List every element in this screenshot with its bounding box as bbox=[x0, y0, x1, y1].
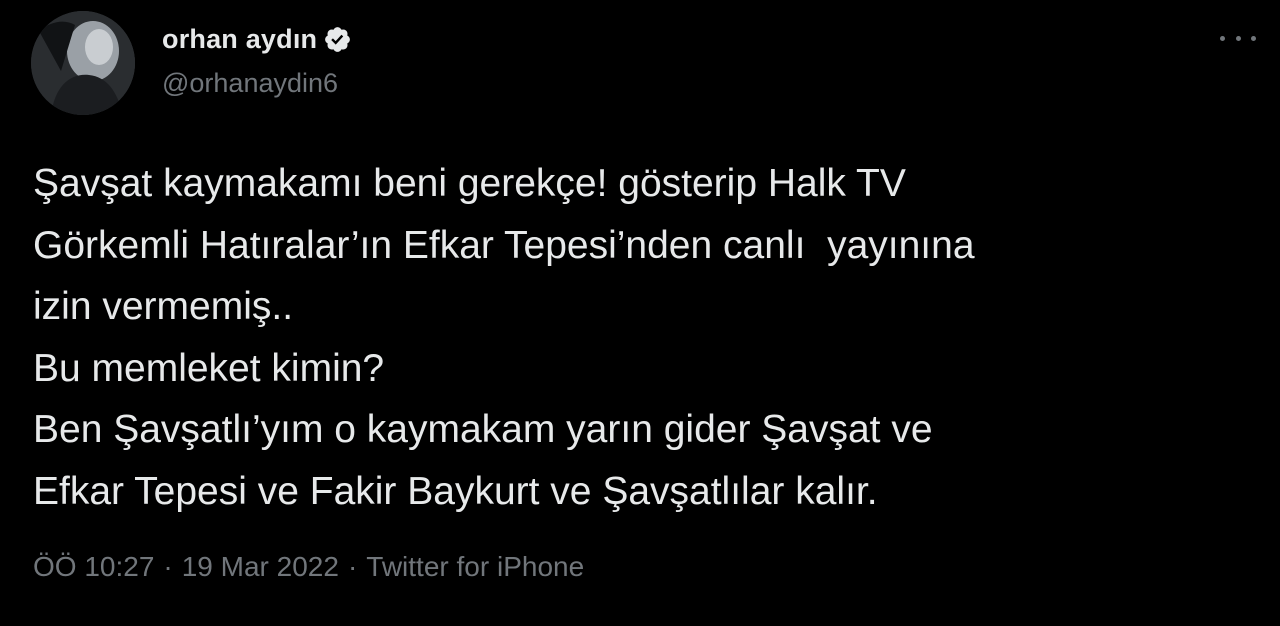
display-name[interactable]: orhan aydın bbox=[162, 24, 317, 55]
tweet-text-line: Bu memleket kimin? bbox=[33, 346, 385, 390]
separator: · bbox=[347, 551, 358, 582]
avatar[interactable] bbox=[31, 11, 135, 115]
tweet-text: Şavşat kaymakamı beni gerekçe! gösterip … bbox=[33, 153, 1253, 522]
tweet-text-line: Görkemli Hatıralar’ın Efkar Tepesi’nden … bbox=[33, 223, 975, 267]
avatar-image bbox=[31, 11, 135, 115]
tweet-text-line: izin vermemiş.. bbox=[33, 285, 294, 328]
tweet-text-line: Şavşat kaymakamı beni gerekçe! gösterip … bbox=[33, 162, 906, 205]
author-name-row: orhan aydın bbox=[162, 24, 352, 55]
tweet-time[interactable]: ÖÖ 10:27 bbox=[33, 551, 154, 583]
tweet-text-line: Ben Şavşatlı’yım o kaymakam yarın gider … bbox=[33, 408, 933, 451]
tweet-metadata: ÖÖ 10:27 · 19 Mar 2022 · Twitter for iPh… bbox=[33, 551, 584, 583]
tweet-source[interactable]: Twitter for iPhone bbox=[366, 551, 584, 583]
tweet-card: orhan aydın @orhanaydin6 Şavşat kaymakam… bbox=[0, 0, 1280, 626]
separator: · bbox=[163, 551, 173, 582]
tweet-date[interactable]: 19 Mar 2022 bbox=[182, 551, 339, 583]
verified-badge-icon bbox=[323, 25, 352, 54]
user-handle[interactable]: @orhanaydin6 bbox=[162, 68, 338, 99]
more-horizontal-icon[interactable] bbox=[1220, 30, 1256, 46]
tweet-text-line: Efkar Tepesi ve Fakir Baykurt ve Şavşatl… bbox=[33, 469, 878, 513]
